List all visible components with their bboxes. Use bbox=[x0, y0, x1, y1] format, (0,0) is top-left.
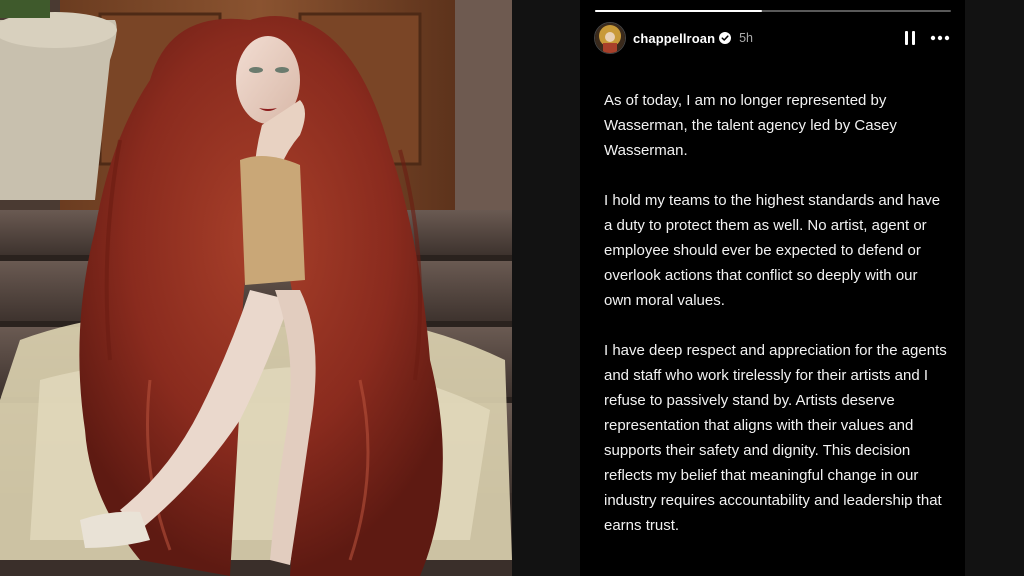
username[interactable]: chappellroan bbox=[633, 31, 715, 46]
pause-icon[interactable] bbox=[899, 27, 921, 49]
story-progress-bar bbox=[595, 10, 951, 12]
story-message: As of today, I am no longer represented … bbox=[604, 88, 949, 563]
story-header: chappellroan 5h bbox=[594, 22, 951, 54]
message-paragraph: As of today, I am no longer represented … bbox=[604, 92, 897, 159]
story-progress-fill bbox=[595, 10, 763, 12]
story-timestamp: 5h bbox=[739, 31, 754, 45]
artist-photo bbox=[0, 0, 512, 576]
avatar[interactable] bbox=[594, 22, 626, 54]
message-paragraph: I hold my teams to the highest standards… bbox=[604, 192, 941, 309]
message-paragraph: I have deep respect and appreciation for… bbox=[604, 342, 947, 534]
story-viewer: chappellroan 5h As of today, I am no lon… bbox=[580, 0, 965, 576]
more-options-icon[interactable] bbox=[929, 27, 951, 49]
verified-badge-icon bbox=[719, 32, 732, 44]
